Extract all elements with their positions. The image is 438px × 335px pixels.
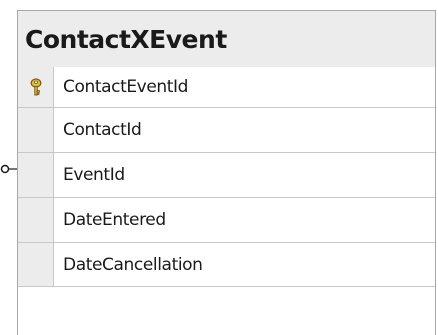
- row-selector[interactable]: [18, 153, 54, 197]
- row-selector[interactable]: [18, 67, 54, 107]
- column-row[interactable]: ContactId: [18, 107, 435, 152]
- column-row[interactable]: EventId: [18, 152, 435, 197]
- column-name: DateEntered: [63, 210, 166, 230]
- column-row[interactable]: DateEntered: [18, 197, 435, 242]
- column-row[interactable]: DateCancellation: [18, 242, 435, 287]
- column-row[interactable]: ContactEventId: [18, 67, 435, 107]
- column-name: EventId: [63, 165, 125, 185]
- column-list: ContactEventId ContactId EventId DateEnt…: [18, 67, 435, 287]
- key-icon: [30, 78, 42, 96]
- column-name: ContactEventId: [63, 77, 189, 97]
- table-contactxevent[interactable]: ContactXEvent ContactEventId ContactId E…: [17, 10, 436, 335]
- table-header[interactable]: ContactXEvent: [18, 11, 435, 67]
- diagram-canvas: ContactXEvent ContactEventId ContactId E…: [0, 0, 438, 335]
- column-name: DateCancellation: [63, 254, 203, 275]
- column-name: ContactId: [63, 120, 142, 140]
- row-selector[interactable]: [18, 108, 54, 152]
- row-selector[interactable]: [18, 198, 54, 242]
- table-title: ContactXEvent: [25, 25, 227, 54]
- new-column-area[interactable]: [18, 292, 435, 335]
- row-selector[interactable]: [18, 243, 54, 286]
- relationship-connector-icon: [0, 164, 18, 174]
